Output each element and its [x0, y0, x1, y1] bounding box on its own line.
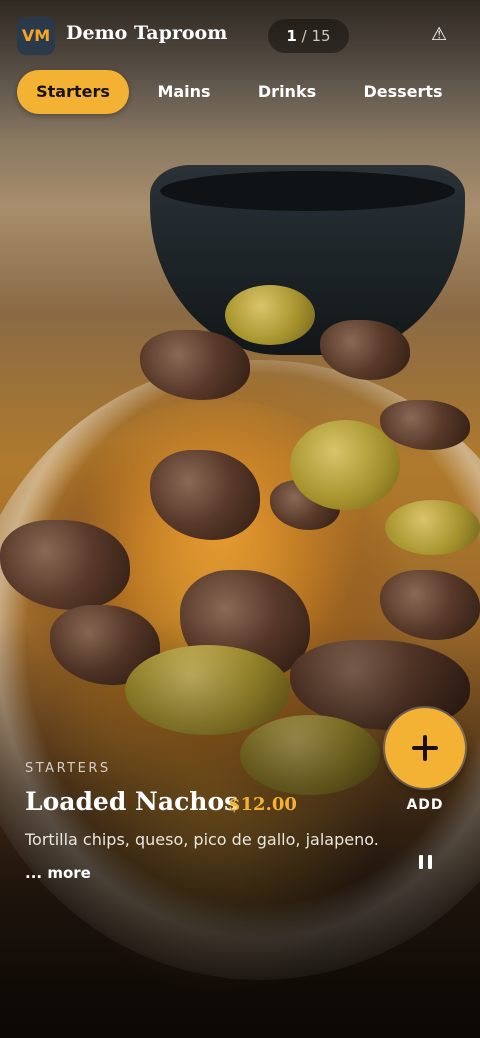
item-price: $12.00 [228, 794, 297, 815]
jalapeno-slice [290, 420, 400, 510]
tab-drinks[interactable]: Drinks [248, 70, 326, 114]
app-header: VM Demo Taproom 1 / 15 ⚠ [0, 0, 480, 70]
counter-total: 15 [311, 27, 331, 45]
plus-icon [412, 735, 438, 761]
venue-name: Demo Taproom [66, 22, 228, 44]
jalapeno-slice [225, 285, 315, 345]
food-photo-background [0, 0, 480, 1038]
tab-desserts[interactable]: Desserts [355, 70, 451, 114]
item-title: Loaded Nachos [25, 787, 239, 816]
tab-mains[interactable]: Mains [147, 70, 221, 114]
counter-separator: / [301, 27, 307, 45]
counter-current: 1 [286, 27, 297, 45]
venue-logo: VM [17, 17, 55, 55]
category-tabs: Starters Mains Drinks Desserts [0, 70, 480, 114]
add-button[interactable] [385, 708, 465, 788]
pause-bar-right [428, 855, 432, 869]
warning-icon[interactable]: ⚠ [431, 24, 447, 45]
jalapeno-slice [385, 500, 480, 555]
pause-bar-left [419, 855, 423, 869]
item-description: Tortilla chips, queso, pico de gallo, ja… [25, 830, 379, 849]
tab-starters[interactable]: Starters [17, 70, 129, 114]
add-label: ADD [406, 797, 444, 813]
more-link[interactable]: ... more [25, 864, 91, 882]
item-counter: 1 / 15 [268, 19, 349, 53]
pause-icon[interactable] [419, 855, 433, 871]
item-category: STARTERS [25, 761, 111, 776]
bottom-shade [0, 618, 480, 1038]
